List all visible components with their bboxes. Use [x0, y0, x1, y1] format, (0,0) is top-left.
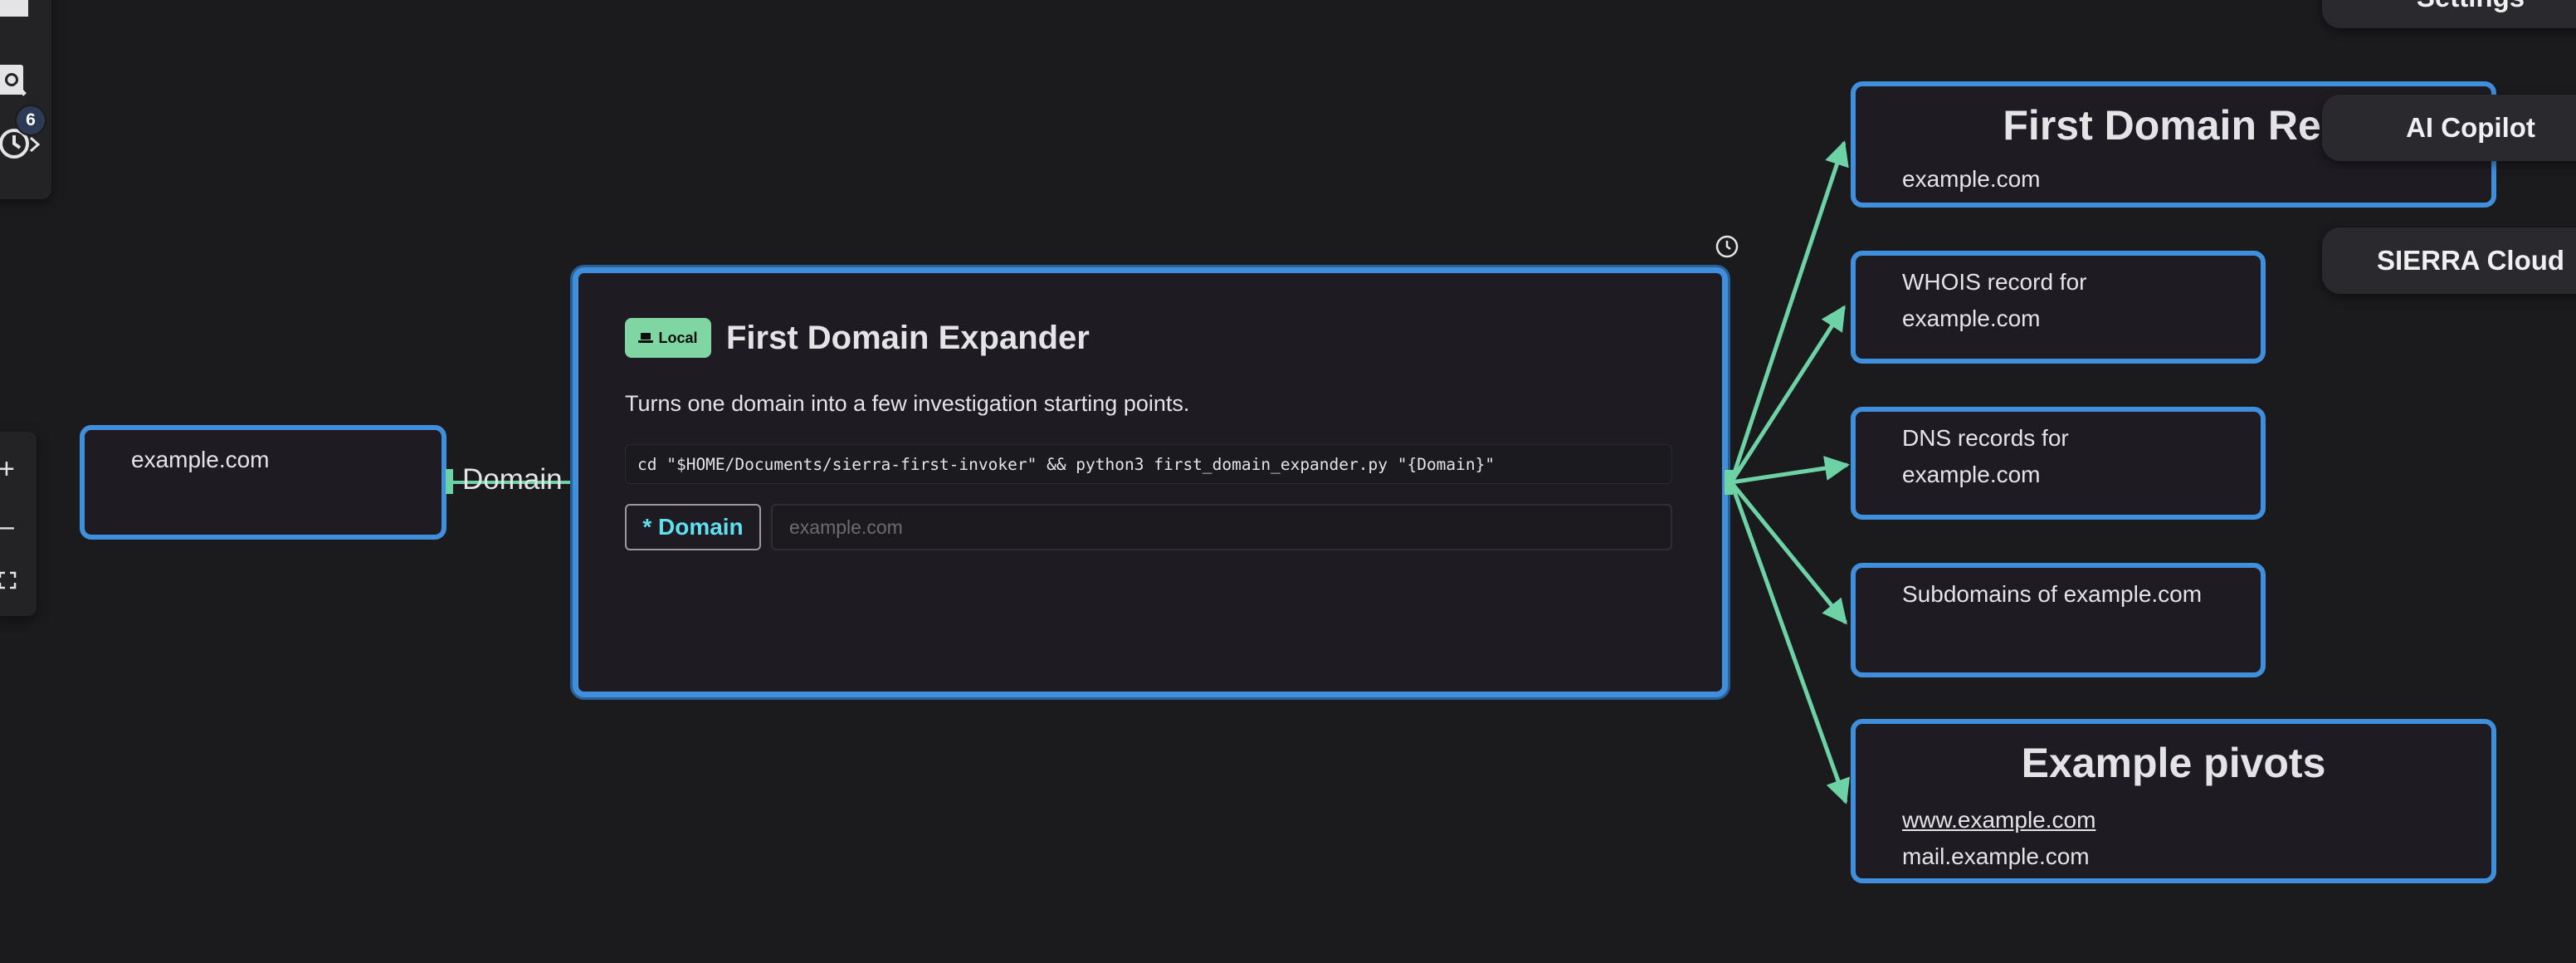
input-node-value: example.com [131, 447, 270, 472]
edge-to-whois [1729, 305, 1847, 484]
domain-param-input[interactable] [771, 504, 1672, 550]
transform-command: cd "$HOME/Documents/sierra-first-invoker… [625, 444, 1672, 484]
whois-line-2: example.com [1902, 306, 2041, 331]
zoom-out-button[interactable]: – [0, 512, 14, 540]
settings-button[interactable]: Settings [2322, 0, 2576, 28]
folder-icon[interactable] [0, 0, 28, 17]
transform-description: Turns one domain into a few investigatio… [625, 391, 1190, 416]
fit-view-icon[interactable] [0, 571, 17, 589]
param-label-domain: * Domain [625, 504, 761, 550]
dns-line-2: example.com [1902, 462, 2041, 487]
input-node-domain[interactable]: example.com [80, 425, 446, 540]
pivot-mail-text: mail.example.com [1902, 843, 2090, 869]
clock-icon[interactable] [1715, 234, 1739, 259]
output-node-pivots[interactable]: Example pivots www.example.com mail.exam… [1851, 719, 2496, 883]
dns-line-1: DNS records for [1902, 425, 2069, 451]
subdomains-text: Subdomains of example.com [1902, 581, 2203, 607]
edge-to-pivots [1729, 482, 1851, 804]
result-text: example.com [1902, 166, 2041, 192]
whois-line-1: WHOIS record for [1902, 269, 2087, 295]
search-icon[interactable] [0, 65, 30, 98]
output-node-dns[interactable]: DNS records for example.com [1851, 407, 2266, 520]
output-node-subdomains[interactable]: Subdomains of example.com [1851, 563, 2266, 677]
transform-output-handle[interactable] [1725, 470, 1733, 495]
zoom-controls: + – [0, 432, 37, 616]
left-toolbar: 6 [0, 0, 51, 199]
zoom-in-button[interactable]: + [0, 455, 15, 483]
edge-to-result [1729, 140, 1849, 483]
sierra-cloud-button[interactable]: SIERRA Cloud [2322, 227, 2576, 294]
chevron-right-icon[interactable] [28, 136, 41, 153]
history-count-badge: 6 [15, 105, 46, 136]
ai-copilot-button[interactable]: AI Copilot [2322, 95, 2576, 161]
edge-label-domain: Domain [462, 463, 563, 496]
pivots-title: Example pivots [2021, 740, 2326, 786]
edge-to-dns [1730, 456, 1850, 485]
local-badge-label: Local [658, 329, 698, 346]
edge-to-subdomains [1730, 481, 1847, 625]
pivot-link-www[interactable]: www.example.com [1902, 802, 2095, 838]
transform-node[interactable]: Local First Domain Expander Turns one do… [573, 267, 1728, 697]
input-node-handle[interactable] [446, 469, 453, 494]
transform-title: First Domain Expander [726, 320, 1090, 356]
local-badge: Local [625, 318, 711, 358]
output-node-whois[interactable]: WHOIS record for example.com [1851, 251, 2266, 364]
laptop-icon [638, 333, 654, 343]
